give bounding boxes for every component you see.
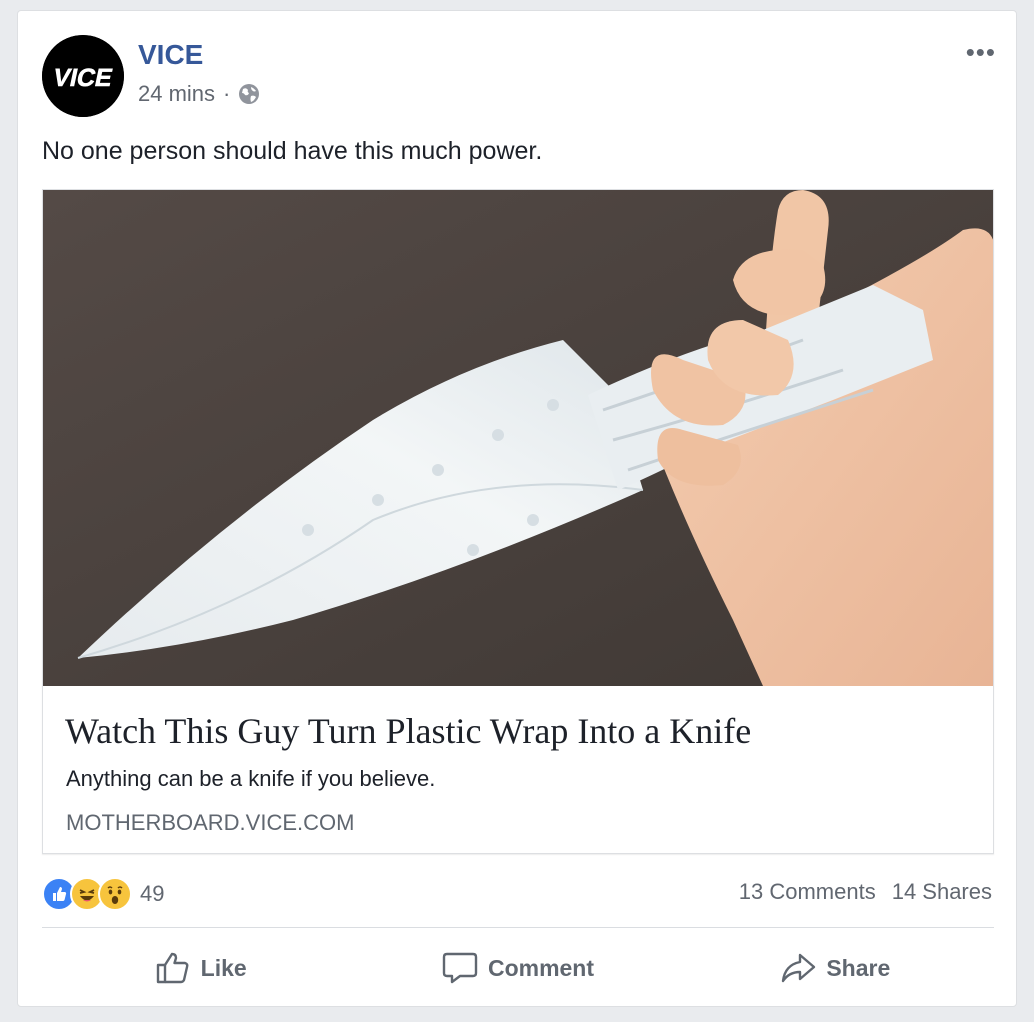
post-meta: 24 mins ·	[138, 81, 260, 107]
page-avatar[interactable]: VICE	[42, 35, 124, 117]
shares-count-link[interactable]: 14 Shares	[892, 879, 992, 905]
post-message: No one person should have this much powe…	[42, 137, 543, 165]
post-timestamp[interactable]: 24 mins	[138, 81, 215, 107]
share-button-label: Share	[826, 954, 891, 981]
link-preview-domain: MOTHERBOARD.VICE.COM	[66, 810, 355, 835]
comment-button-label: Comment	[487, 954, 595, 981]
page-name-link[interactable]: VICE	[138, 39, 203, 71]
link-preview-title[interactable]: Watch This Guy Turn Plastic Wrap Into a …	[65, 710, 751, 752]
comments-count-link[interactable]: 13 Comments	[739, 879, 876, 905]
vice-logo-icon: VICE	[42, 35, 124, 117]
like-button[interactable]: Like	[42, 943, 359, 993]
wow-reaction-icon	[98, 877, 132, 911]
reactions-summary[interactable]: 49	[42, 877, 164, 911]
post-actions-bar: Like Comment Share	[42, 943, 994, 993]
comment-bubble-icon	[442, 952, 478, 984]
plastic-knife-photo	[43, 190, 993, 686]
thumbs-up-icon	[156, 952, 189, 984]
share-arrow-icon	[782, 953, 816, 983]
globe-icon[interactable]	[238, 83, 260, 105]
reaction-count[interactable]: 49	[140, 881, 164, 907]
like-button-label: Like	[200, 954, 247, 981]
link-preview-description: Anything can be a knife if you believe.	[66, 766, 436, 791]
link-preview-card[interactable]: Watch This Guy Turn Plastic Wrap Into a …	[42, 189, 994, 854]
link-preview-image[interactable]	[43, 190, 993, 686]
engagement-counts: 13 Comments 14 Shares	[739, 879, 992, 905]
meta-separator: ·	[223, 81, 231, 106]
actions-divider	[42, 927, 994, 928]
comment-button[interactable]: Comment	[359, 943, 676, 993]
post-card: VICE VICE 24 mins · ••• No one person sh…	[17, 10, 1017, 1007]
share-button[interactable]: Share	[677, 943, 994, 993]
more-options-icon[interactable]: •••	[966, 37, 996, 68]
svg-text:VICE: VICE	[51, 64, 115, 92]
